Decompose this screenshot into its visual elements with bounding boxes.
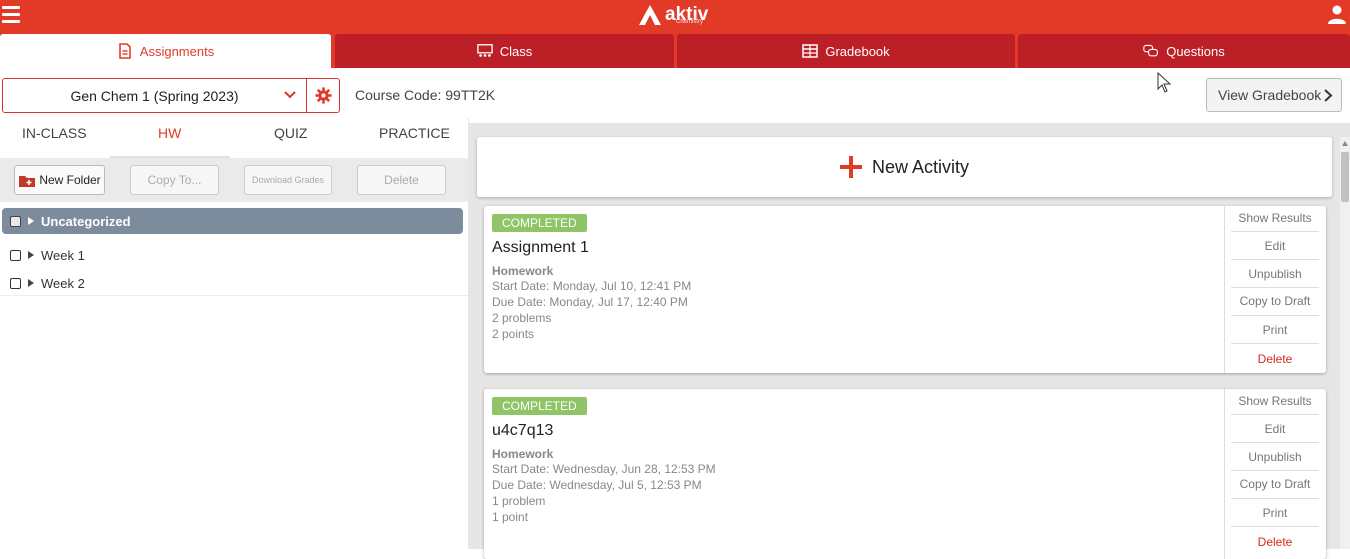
hamburger-menu-icon[interactable]	[2, 6, 20, 24]
assignment-icon	[118, 43, 131, 59]
assignment-type: Homework	[492, 447, 554, 461]
card-actions: Show Results Edit Unpublish Copy to Draf…	[1224, 206, 1326, 373]
assignment-due-date: Due Date: Wednesday, Jul 5, 12:53 PM	[492, 478, 702, 492]
divider	[1231, 414, 1319, 415]
view-gradebook-button[interactable]: View Gradebook	[1206, 78, 1342, 112]
divider	[1231, 259, 1319, 260]
main-tabs: Assignments Class Gradebook Questions	[0, 33, 1350, 68]
print-button[interactable]: Print	[1231, 506, 1319, 520]
tab-assignments-label: Assignments	[139, 43, 215, 59]
delete-button[interactable]: Delete	[1231, 535, 1319, 549]
download-grades-button[interactable]: Download Grades	[244, 165, 332, 195]
unpublish-button[interactable]: Unpublish	[1231, 450, 1319, 464]
folder-checkbox[interactable]	[10, 249, 21, 261]
plus-icon	[839, 156, 862, 178]
expand-triangle-icon[interactable]	[28, 279, 34, 287]
folder-week-1-label: Week 1	[41, 247, 85, 263]
edit-button[interactable]: Edit	[1231, 239, 1319, 253]
folder-checkbox[interactable]	[10, 277, 21, 289]
assignment-type: Homework	[492, 264, 554, 278]
assignment-points: 2 points	[492, 327, 535, 341]
tab-gradebook-label: Gradebook	[825, 43, 890, 59]
delete-folder-button[interactable]: Delete	[357, 165, 446, 195]
subtab-in-class[interactable]: IN-CLASS	[22, 125, 87, 141]
scrollbar-thumb[interactable]	[1341, 152, 1349, 202]
divider	[1231, 343, 1319, 344]
tab-questions[interactable]: Questions	[1018, 34, 1350, 68]
expand-triangle-icon[interactable]	[28, 251, 34, 259]
unpublish-button[interactable]: Unpublish	[1231, 267, 1319, 281]
aktiv-logo: aktiv Chemistry	[638, 2, 708, 28]
course-select[interactable]: Gen Chem 1 (Spring 2023)	[2, 78, 307, 113]
assignment-problem-count: 2 problems	[492, 311, 552, 325]
new-folder-icon	[19, 175, 36, 187]
status-badge: COMPLETED	[492, 214, 587, 232]
tab-class[interactable]: Class	[335, 34, 674, 68]
copy-to-draft-button[interactable]: Copy to Draft	[1231, 294, 1319, 308]
folder-week-2-label: Week 2	[41, 275, 85, 291]
folder-toolbar: New Folder Copy To... Download Grades De…	[0, 158, 469, 202]
expand-triangle-icon[interactable]	[28, 217, 34, 225]
scroll-up-arrow-icon[interactable]	[1342, 141, 1348, 146]
card-actions: Show Results Edit Unpublish Copy to Draf…	[1224, 389, 1326, 559]
subtab-hw[interactable]: HW	[158, 125, 181, 141]
divider	[1231, 526, 1319, 527]
gradebook-icon	[802, 44, 819, 58]
assignment-card[interactable]: COMPLETED u4c7q13 Homework Start Date: W…	[484, 389, 1326, 559]
folder-week-1[interactable]: Week 1	[2, 242, 463, 268]
assignment-problem-count: 1 problem	[492, 494, 546, 508]
divider	[1231, 231, 1319, 232]
assignment-start-date: Start Date: Monday, Jul 10, 12:41 PM	[492, 279, 692, 293]
tab-class-label: Class	[499, 43, 533, 59]
gear-icon	[314, 87, 332, 104]
folder-uncategorized-label: Uncategorized	[41, 213, 131, 229]
user-icon[interactable]	[1327, 4, 1347, 24]
class-icon	[476, 44, 493, 57]
course-settings-button[interactable]	[306, 78, 340, 113]
activity-type-tabs: IN-CLASS HW QUIZ PRACTICE	[0, 118, 469, 158]
folder-checkbox[interactable]	[10, 215, 21, 227]
divider	[1231, 498, 1319, 499]
assignment-title: u4c7q13	[492, 422, 554, 439]
chevron-down-icon	[284, 91, 296, 99]
top-bar: aktiv Chemistry	[0, 0, 1350, 33]
folder-uncategorized[interactable]: Uncategorized	[2, 208, 463, 234]
show-results-button[interactable]: Show Results	[1231, 211, 1319, 225]
assignment-due-date: Due Date: Monday, Jul 17, 12:40 PM	[492, 295, 688, 309]
folder-week-2[interactable]: Week 2	[2, 270, 463, 296]
copy-to-button[interactable]: Copy To...	[130, 165, 219, 195]
subtab-practice[interactable]: PRACTICE	[379, 125, 450, 141]
logo-subtext: Chemistry	[676, 19, 704, 25]
questions-icon	[1143, 44, 1159, 57]
divider	[1231, 287, 1319, 288]
new-folder-label: New Folder	[39, 173, 101, 187]
tab-gradebook[interactable]: Gradebook	[677, 34, 1015, 68]
new-activity-label: New Activity	[871, 156, 970, 177]
logo-mark-icon	[639, 5, 661, 25]
print-button[interactable]: Print	[1231, 323, 1319, 337]
tab-questions-label: Questions	[1166, 43, 1225, 59]
status-badge: COMPLETED	[492, 397, 587, 415]
divider	[1231, 315, 1319, 316]
chevron-right-icon	[1324, 89, 1333, 102]
assignment-card[interactable]: COMPLETED Assignment 1 Homework Start Da…	[484, 206, 1326, 373]
show-results-button[interactable]: Show Results	[1231, 394, 1319, 408]
delete-button[interactable]: Delete	[1231, 352, 1319, 366]
divider	[1231, 470, 1319, 471]
course-code: Course Code: 99TT2K	[355, 87, 496, 103]
new-folder-button[interactable]: New Folder	[14, 165, 105, 195]
tab-assignments[interactable]: Assignments	[0, 34, 331, 68]
edit-button[interactable]: Edit	[1231, 422, 1319, 436]
view-gradebook-label: View Gradebook	[1218, 87, 1322, 103]
course-select-value: Gen Chem 1 (Spring 2023)	[70, 87, 239, 104]
subtab-quiz[interactable]: QUIZ	[274, 125, 307, 141]
assignment-points: 1 point	[492, 510, 529, 524]
assignment-start-date: Start Date: Wednesday, Jun 28, 12:53 PM	[492, 462, 716, 476]
mouse-cursor-icon	[1157, 72, 1172, 93]
new-activity-button[interactable]: New Activity	[477, 137, 1332, 197]
copy-to-draft-button[interactable]: Copy to Draft	[1231, 477, 1319, 491]
assignment-title: Assignment 1	[492, 239, 589, 256]
divider	[1231, 442, 1319, 443]
